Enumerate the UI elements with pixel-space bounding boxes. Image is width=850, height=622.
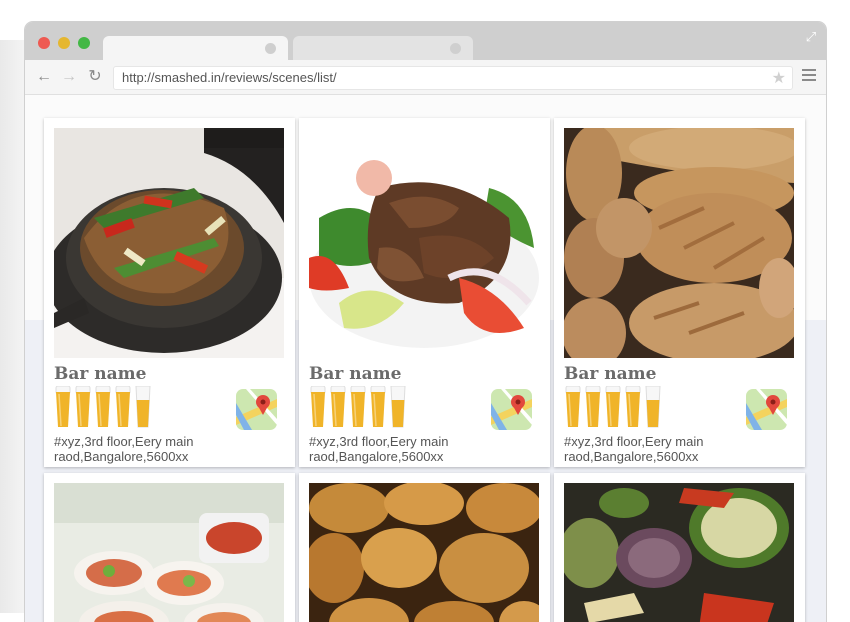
address-line-1: #xyz,3rd floor,Eery main bbox=[564, 434, 704, 449]
beer-icon-half bbox=[390, 385, 406, 433]
food-photo-pot bbox=[54, 128, 284, 358]
address: #xyz,3rd floor,Eery main raod,Bangalore,… bbox=[54, 434, 284, 464]
maps-icon[interactable] bbox=[746, 389, 787, 430]
page-content: Bar name #xyz,3rd floor,Eery main raod,B… bbox=[25, 95, 826, 622]
address-bar[interactable]: http://smashed.in/reviews/scenes/list/ ★ bbox=[113, 66, 793, 90]
beer-icon bbox=[55, 385, 71, 433]
beer-rating bbox=[310, 385, 410, 428]
tab-close-icon[interactable] bbox=[450, 43, 461, 54]
beer-icon bbox=[310, 385, 326, 433]
address: #xyz,3rd floor,Eery main raod,Bangalore,… bbox=[309, 434, 539, 464]
address-line-2: raod,Bangalore,5600xx bbox=[309, 449, 444, 464]
beer-icon bbox=[115, 385, 131, 433]
beer-icon bbox=[95, 385, 111, 433]
address-line-1: #xyz,3rd floor,Eery main bbox=[309, 434, 449, 449]
bar-name[interactable]: Bar name bbox=[54, 364, 146, 384]
maps-icon[interactable] bbox=[236, 389, 277, 430]
beer-icon bbox=[565, 385, 581, 433]
beer-icon bbox=[625, 385, 641, 433]
address-line-2: raod,Bangalore,5600xx bbox=[564, 449, 699, 464]
close-window-button[interactable] bbox=[38, 37, 50, 49]
bar-card[interactable]: Bar name #xyz,3rd floor,Eery main raod,B… bbox=[44, 118, 295, 467]
bar-name[interactable]: Bar name bbox=[309, 364, 401, 384]
minimize-window-button[interactable] bbox=[58, 37, 70, 49]
beer-icon bbox=[370, 385, 386, 433]
fullscreen-icon[interactable]: ⤢ bbox=[804, 30, 818, 44]
bar-card[interactable] bbox=[44, 473, 295, 622]
maps-icon[interactable] bbox=[491, 389, 532, 430]
beer-rating bbox=[55, 385, 155, 428]
title-bar: ⤢ bbox=[25, 22, 826, 60]
forward-arrow-icon[interactable]: → bbox=[59, 67, 79, 87]
beer-icon bbox=[330, 385, 346, 433]
food-photo-rolls bbox=[309, 483, 539, 622]
food-photo-sushi bbox=[54, 483, 284, 622]
beer-icon bbox=[75, 385, 91, 433]
maximize-window-button[interactable] bbox=[78, 37, 90, 49]
bar-card[interactable]: Bar name #xyz,3rd floor,Eery main raod,B… bbox=[554, 118, 805, 467]
bar-card[interactable] bbox=[299, 473, 550, 622]
browser-window: ⤢ ← → ↻ http://smashed.in/reviews/scenes… bbox=[25, 22, 826, 622]
bookmark-star-icon[interactable]: ★ bbox=[772, 68, 786, 88]
back-arrow-icon[interactable]: ← bbox=[34, 67, 54, 87]
food-photo-bread bbox=[564, 128, 794, 358]
address: #xyz,3rd floor,Eery main raod,Bangalore,… bbox=[564, 434, 794, 464]
food-photo-steak bbox=[309, 128, 539, 358]
bar-card[interactable]: Bar name #xyz,3rd floor,Eery main raod,B… bbox=[299, 118, 550, 467]
beer-icon bbox=[605, 385, 621, 433]
reload-icon[interactable]: ↻ bbox=[85, 67, 105, 87]
url-text: http://smashed.in/reviews/scenes/list/ bbox=[122, 70, 337, 85]
tab-close-icon[interactable] bbox=[265, 43, 276, 54]
browser-tab-active[interactable] bbox=[103, 36, 288, 60]
address-line-2: raod,Bangalore,5600xx bbox=[54, 449, 189, 464]
beer-icon bbox=[585, 385, 601, 433]
browser-tab-inactive[interactable] bbox=[293, 36, 473, 60]
browser-toolbar: ← → ↻ http://smashed.in/reviews/scenes/l… bbox=[25, 60, 826, 95]
beer-icon-half bbox=[135, 385, 151, 433]
food-photo-grilled-veg bbox=[564, 483, 794, 622]
bar-name[interactable]: Bar name bbox=[564, 364, 656, 384]
beer-rating bbox=[565, 385, 665, 428]
beer-icon bbox=[350, 385, 366, 433]
bar-card[interactable] bbox=[554, 473, 805, 622]
address-line-1: #xyz,3rd floor,Eery main bbox=[54, 434, 194, 449]
menu-icon[interactable] bbox=[802, 69, 816, 84]
beer-icon-half bbox=[645, 385, 661, 433]
